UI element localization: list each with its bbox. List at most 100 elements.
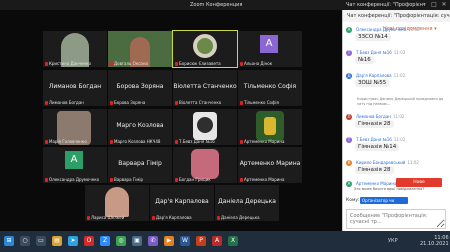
participant-tile[interactable]: Варвара Гімір Варвара Гімір (108, 147, 172, 183)
word-icon[interactable]: W (180, 236, 190, 246)
close-button[interactable]: ✕ (440, 1, 448, 9)
privacy-notice-link[interactable]: Хто може бачити ваші повідомлення? (354, 187, 424, 191)
message-time: 11:02 (408, 27, 420, 32)
cartoon-icon (197, 117, 213, 133)
mic-muted-icon (45, 177, 48, 182)
recipient-label: Кому: (346, 198, 360, 203)
participant-tile[interactable]: Марія Головченко (43, 109, 107, 145)
participant-name: Артеменко Марина (244, 177, 285, 182)
participant-display-name: Марго Козлова (116, 122, 164, 129)
participant-name: Тільменко Софія (244, 100, 279, 105)
message-text: Гімназія 28 (355, 166, 394, 174)
participant-tile[interactable]: Лиманов Богдан Лиманов Богдан (43, 70, 107, 106)
participant-name: Марго Козлова НКЧ48 (114, 139, 161, 144)
mic-muted-icon (110, 139, 113, 144)
language-indicator[interactable]: УКР (388, 238, 398, 244)
message-sender: Дар'я Карпалова (356, 73, 392, 78)
participant-display-name: Даніела Дерецька (218, 198, 276, 205)
participant-display-name: Лиманов Богдан (48, 83, 102, 90)
excel-icon[interactable]: X (228, 236, 238, 246)
avatar: A (65, 151, 83, 169)
participant-tile[interactable]: Довгаль Оксана (108, 31, 172, 67)
participant-tile[interactable]: Марго Козлова Марго Козлова НКЧ48 (108, 109, 172, 145)
participant-name: Віолетта Станченко (179, 100, 222, 105)
message-sender: Т.Бевз Даня №16 (356, 137, 392, 142)
avatar: A (346, 27, 352, 33)
mic-muted-icon (110, 100, 113, 105)
mic-muted-icon (45, 139, 48, 144)
participant-tile[interactable]: Артеменко Марина (238, 109, 302, 145)
message-sender: Кирило Бондаревський (356, 160, 406, 165)
participant-tile[interactable]: Кристина Данченко (43, 31, 107, 67)
chat-window-title: Чат конференції: "Профорієнтація: сучасн… (346, 2, 426, 8)
participant-tile[interactable]: Лариса Шелкей (85, 185, 149, 221)
mic-muted-icon (240, 61, 243, 66)
photos-icon[interactable]: ▣ (132, 236, 142, 246)
system-clock[interactable]: 11:06 21.10.2021 (420, 235, 449, 247)
message-text: ЗЗСО №14 (355, 33, 391, 41)
window-title: Zoom Конференция (190, 2, 243, 8)
new-message-button[interactable]: Нове повідомлення (396, 178, 442, 194)
recipient-select[interactable]: Організатор чи конференції (360, 197, 408, 210)
participant-photo (105, 187, 129, 217)
avatar: Т (346, 137, 352, 143)
system-note: Користувач Данило Дерецький приєднався д… (357, 97, 444, 106)
participant-tile[interactable]: Артеменко Марина Артеменко Марина (238, 147, 302, 183)
avatar: Т (346, 50, 352, 56)
avatar: A (346, 181, 352, 187)
participant-name: Дар'я Карпалова (156, 215, 192, 220)
window-title-bar: Zoom Конференция Чат конференції: "Профо… (0, 0, 450, 10)
zoom-icon[interactable]: Z (100, 236, 110, 246)
opera-icon[interactable]: O (84, 236, 94, 246)
chat-message-input[interactable] (346, 209, 446, 229)
participant-photo (191, 149, 219, 179)
viber-icon[interactable]: ✆ (148, 236, 158, 246)
mic-muted-icon (240, 139, 243, 144)
message-time: 11:02 (393, 137, 406, 142)
mic-muted-icon (240, 177, 243, 182)
participant-tile[interactable]: Тільменко Софія Тільменко Софія (238, 70, 302, 106)
telegram-icon[interactable]: ➤ (68, 236, 78, 246)
participant-tile[interactable]: Богдан Грицик (173, 147, 237, 183)
participant-name: Олександра Друмочеко (49, 177, 100, 182)
participant-tile[interactable]: Дар'я Карпалова Дар'я Карпалова (150, 185, 214, 221)
participant-tile-active-speaker[interactable]: Борисюк Єлизавета (172, 30, 238, 68)
mic-muted-icon (152, 215, 155, 220)
avatar: К (346, 160, 352, 166)
participant-display-name: Віолетта Станченко (173, 83, 237, 90)
clock-date: 21.10.2021 (420, 241, 449, 247)
media-player-icon[interactable]: ▶ (164, 236, 174, 246)
search-icon[interactable]: ○ (20, 236, 30, 246)
message-sender: Лиманов Богдан (356, 114, 391, 119)
message-text: Гімназія 28 (355, 120, 394, 128)
participant-tile[interactable]: Борова Зоряна Борова Зоряна (108, 70, 172, 106)
mic-muted-icon (45, 61, 48, 66)
file-explorer-icon[interactable]: ▤ (52, 236, 62, 246)
avatar: Д (346, 73, 352, 79)
message-time: 11:02 (407, 160, 419, 165)
task-view-icon[interactable]: ▭ (36, 236, 46, 246)
mic-muted-icon (175, 139, 178, 144)
message-text: ЗОШ №55 (355, 79, 390, 87)
mic-muted-icon (110, 61, 113, 66)
participant-tile[interactable]: Віолетта Станченко Віолетта Станченко (173, 70, 237, 106)
participant-tile[interactable]: A Альона Дінок (238, 31, 302, 67)
participant-name: Борова Зоряна (114, 100, 146, 105)
message-time: 11:02 (393, 73, 406, 78)
participant-display-name: Борова Зоряна (116, 83, 164, 90)
chrome-icon[interactable]: ◎ (116, 236, 126, 246)
message-sender: Т.Бевз Даня №16 (356, 50, 392, 55)
participant-name: Марія Головченко (49, 139, 87, 144)
participant-tile[interactable]: A Олександра Друмочеко (43, 147, 107, 183)
deer-icon (264, 117, 276, 135)
powerpoint-icon[interactable]: P (196, 236, 206, 246)
participant-tile[interactable]: Т.Бевз Даня №16 (173, 109, 237, 145)
mic-muted-icon (87, 215, 90, 220)
maximize-button[interactable]: □ (430, 1, 438, 9)
participant-tile[interactable]: Даніела Дерецька Даніела Дерецька (215, 185, 279, 221)
message-sender: Артеменко Марина (356, 181, 397, 186)
minimize-button[interactable]: – (420, 1, 428, 9)
pdf-icon[interactable]: A (212, 236, 222, 246)
participant-name: Артеменко Марина (244, 139, 285, 144)
start-icon[interactable]: ⊞ (4, 236, 14, 246)
